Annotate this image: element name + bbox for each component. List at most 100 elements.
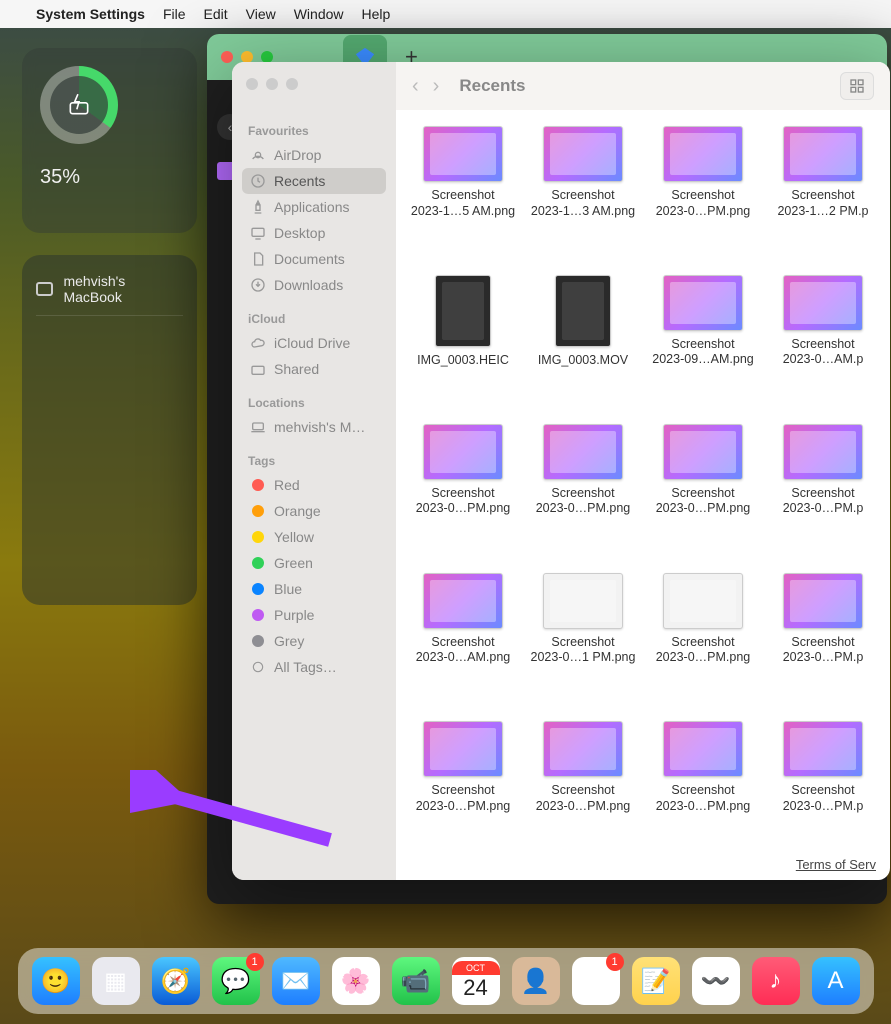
file-name: Screenshot 2023-09…AM.png (652, 337, 753, 368)
dock-finder[interactable]: 🙂 (32, 957, 80, 1005)
dock-launchpad[interactable]: ▦ (92, 957, 140, 1005)
menubar[interactable]: System Settings File Edit View Window He… (0, 0, 891, 28)
file-item[interactable]: Screenshot 2023-09…AM.png (644, 275, 762, 418)
app-menu[interactable]: System Settings (36, 6, 145, 22)
file-item[interactable]: Screenshot 2023-0…PM.png (644, 424, 762, 567)
file-item[interactable]: Screenshot 2023-0…PM.png (524, 424, 642, 567)
calendar-day: 24 (463, 975, 487, 1001)
zoom-button[interactable] (286, 78, 298, 90)
sidebar-item-all-tags-[interactable]: All Tags… (242, 654, 386, 680)
file-thumbnail (783, 126, 863, 182)
calendar-month: OCT (452, 961, 500, 975)
dock-safari[interactable]: 🧭 (152, 957, 200, 1005)
nav-back-button[interactable]: ‹ (412, 75, 419, 98)
view-icon-button[interactable] (840, 72, 874, 100)
file-name: Screenshot 2023-0…PM.png (536, 486, 631, 517)
file-name: Screenshot 2023-0…PM.p (783, 486, 864, 517)
sidebar-item-blue[interactable]: Blue (242, 576, 386, 602)
dock-facetime[interactable]: 📹 (392, 957, 440, 1005)
machine-name: mehvish's MacBook (63, 273, 183, 305)
sidebar-item-yellow[interactable]: Yellow (242, 524, 386, 550)
sidebar-item-grey[interactable]: Grey (242, 628, 386, 654)
file-item[interactable]: Screenshot 2023-0…PM.p (764, 573, 882, 716)
sidebar-item-label: All Tags… (274, 659, 337, 675)
file-name: Screenshot 2023-0…PM.png (536, 783, 631, 814)
file-item[interactable]: Screenshot 2023-1…3 AM.png (524, 126, 642, 269)
file-item[interactable]: Screenshot 2023-1…2 PM.p (764, 126, 882, 269)
battery-widget[interactable]: 35% (22, 48, 197, 233)
file-item[interactable]: Screenshot 2023-0…AM.png (404, 573, 522, 716)
menu-file[interactable]: File (163, 6, 186, 22)
file-item[interactable]: Screenshot 2023-0…PM.png (404, 721, 522, 864)
dock-reminders[interactable]: ☰1 (572, 957, 620, 1005)
dock-photos[interactable]: 🌸 (332, 957, 380, 1005)
machine-card[interactable]: mehvish's MacBook (22, 255, 197, 605)
file-name: IMG_0003.HEIC (417, 353, 509, 369)
dock-calendar[interactable]: OCT24 (452, 957, 500, 1005)
finder-window[interactable]: Favourites AirDropRecentsApplicationsDes… (232, 62, 890, 880)
sidebar-item-label: Orange (274, 503, 321, 519)
dock-notes[interactable]: 📝 (632, 957, 680, 1005)
file-item[interactable]: Screenshot 2023-0…1 PM.png (524, 573, 642, 716)
sidebar-item-orange[interactable]: Orange (242, 498, 386, 524)
file-item[interactable]: Screenshot 2023-0…PM.p (764, 721, 882, 864)
dock-freeform[interactable]: 〰️ (692, 957, 740, 1005)
apps-icon (250, 199, 266, 215)
file-item[interactable]: Screenshot 2023-1…5 AM.png (404, 126, 522, 269)
file-item[interactable]: Screenshot 2023-0…AM.p (764, 275, 882, 418)
dock-mail[interactable]: ✉️ (272, 957, 320, 1005)
sidebar-item-green[interactable]: Green (242, 550, 386, 576)
file-item[interactable]: IMG_0003.MOV (524, 275, 642, 418)
menu-edit[interactable]: Edit (204, 6, 228, 22)
menu-view[interactable]: View (246, 6, 276, 22)
sidebar-item-label: mehvish's M… (274, 419, 365, 435)
file-name: Screenshot 2023-0…AM.p (783, 337, 864, 368)
window-controls[interactable] (246, 78, 298, 90)
all-tags-icon (250, 659, 266, 675)
file-item[interactable]: Screenshot 2023-0…PM.png (644, 126, 762, 269)
file-item[interactable]: Screenshot 2023-0…PM.p (764, 424, 882, 567)
sidebar-item-red[interactable]: Red (242, 472, 386, 498)
close-button[interactable] (246, 78, 258, 90)
sidebar-item-shared[interactable]: Shared (242, 356, 386, 382)
finder-toolbar[interactable]: ‹ › Recents (396, 62, 890, 110)
tag-dot-icon (250, 633, 266, 649)
file-item[interactable]: Screenshot 2023-0…PM.png (644, 721, 762, 864)
sidebar-item-desktop[interactable]: Desktop (242, 220, 386, 246)
sidebar-item-label: Green (274, 555, 313, 571)
sidebar-item-downloads[interactable]: Downloads (242, 272, 386, 298)
sidebar-item-mehvish-s-m-[interactable]: mehvish's M… (242, 414, 386, 440)
file-grid[interactable]: Screenshot 2023-1…5 AM.pngScreenshot 202… (396, 110, 890, 880)
file-item[interactable]: Screenshot 2023-0…PM.png (524, 721, 642, 864)
terms-link[interactable]: Terms of Serv (796, 857, 876, 872)
dock-messages[interactable]: 💬1 (212, 957, 260, 1005)
file-thumbnail (543, 126, 623, 182)
tag-dot-icon (250, 555, 266, 571)
sidebar-item-documents[interactable]: Documents (242, 246, 386, 272)
finder-title: Recents (459, 76, 525, 96)
tag-dot-icon (250, 607, 266, 623)
laptop-icon (250, 419, 266, 435)
menu-help[interactable]: Help (362, 6, 391, 22)
sidebar-item-icloud-drive[interactable]: iCloud Drive (242, 330, 386, 356)
minimize-button[interactable] (266, 78, 278, 90)
file-item[interactable]: IMG_0003.HEIC (404, 275, 522, 418)
sidebar-item-applications[interactable]: Applications (242, 194, 386, 220)
sidebar-item-recents[interactable]: Recents (242, 168, 386, 194)
badge: 1 (246, 953, 264, 971)
dock[interactable]: 🙂▦🧭💬1✉️🌸📹OCT24👤☰1📝〰️♪A (18, 948, 874, 1014)
tag-dot-icon (250, 477, 266, 493)
dock-contacts[interactable]: 👤 (512, 957, 560, 1005)
file-item[interactable]: Screenshot 2023-0…PM.png (644, 573, 762, 716)
sidebar-item-airdrop[interactable]: AirDrop (242, 142, 386, 168)
laptop-charging-icon (66, 92, 92, 118)
sidebar-item-purple[interactable]: Purple (242, 602, 386, 628)
nav-forward-button[interactable]: › (433, 75, 440, 98)
dock-appstore[interactable]: A (812, 957, 860, 1005)
battery-ring (40, 66, 118, 144)
file-name: Screenshot 2023-0…PM.png (656, 783, 751, 814)
file-item[interactable]: Screenshot 2023-0…PM.png (404, 424, 522, 567)
menu-window[interactable]: Window (294, 6, 344, 22)
dock-music[interactable]: ♪ (752, 957, 800, 1005)
finder-sidebar[interactable]: Favourites AirDropRecentsApplicationsDes… (232, 62, 396, 880)
